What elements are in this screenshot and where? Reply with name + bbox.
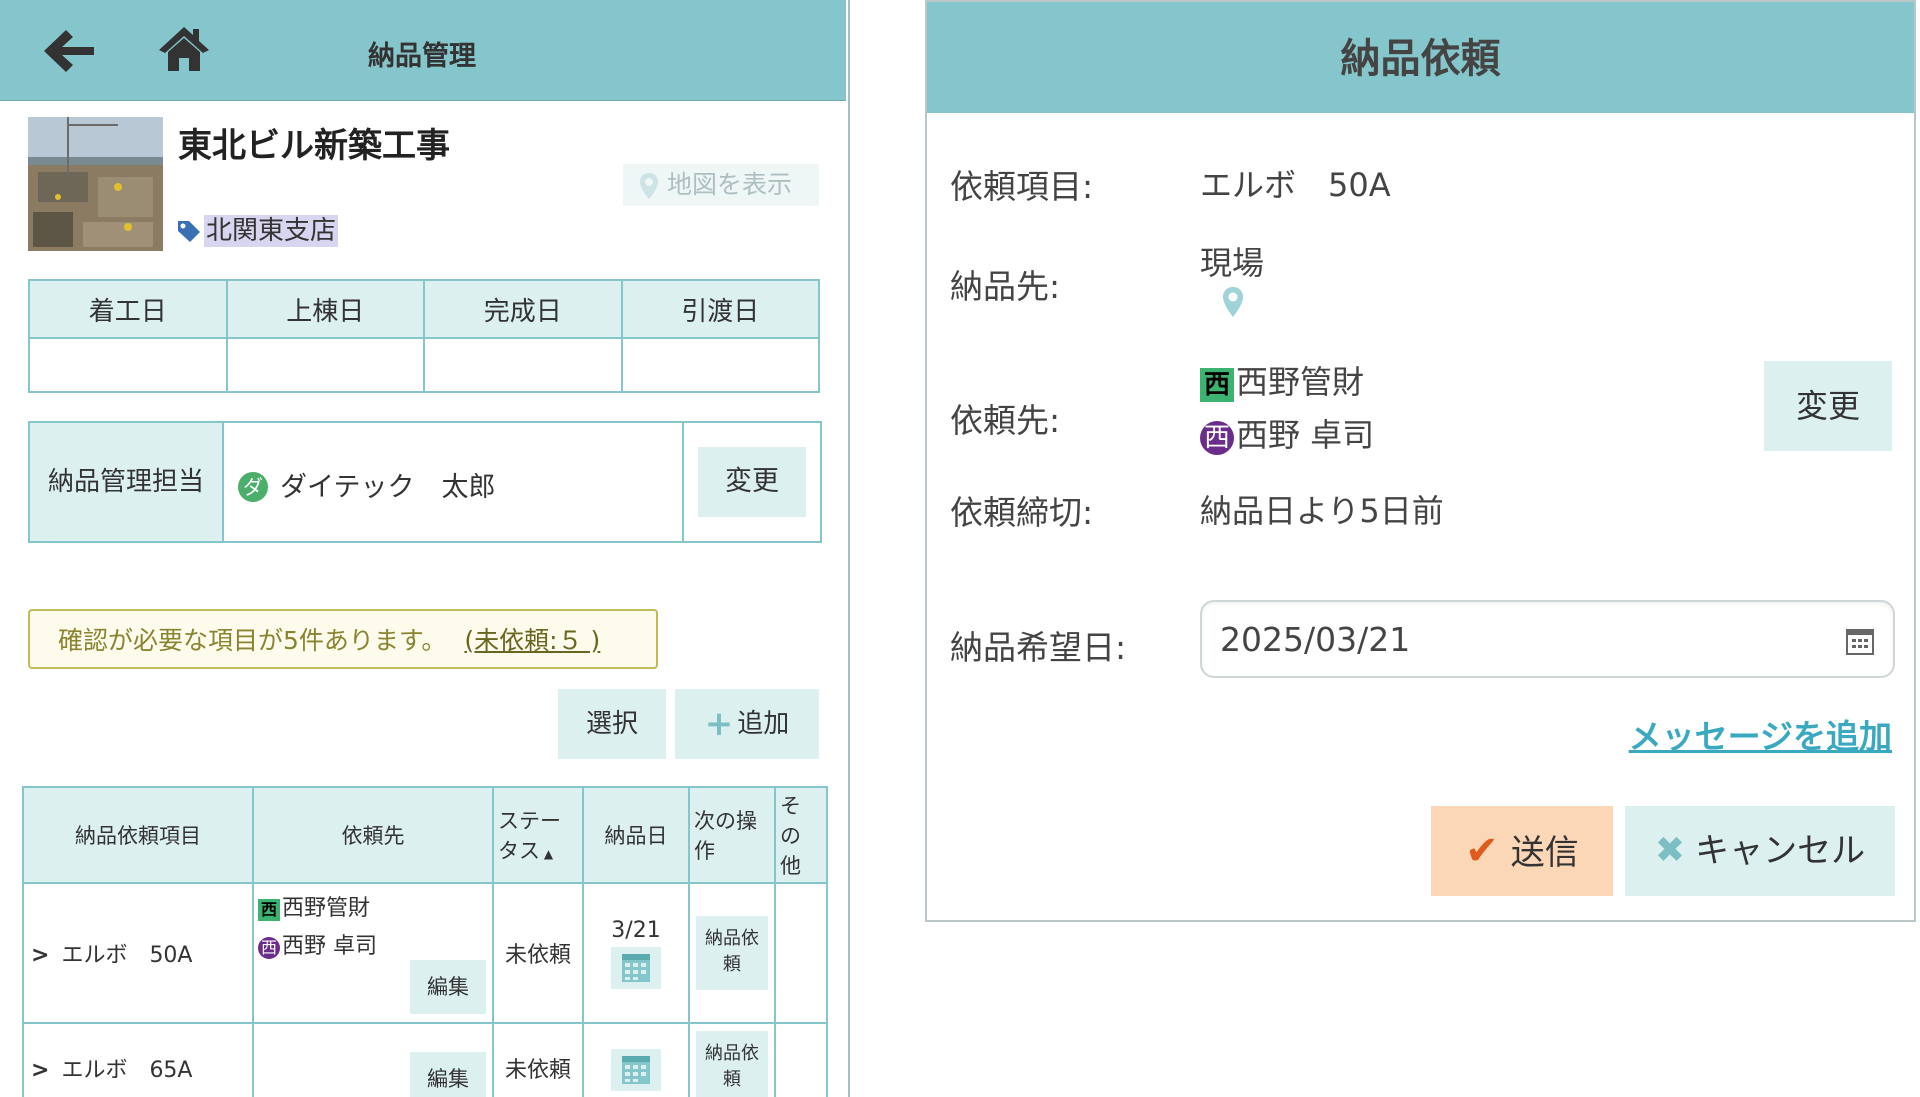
deadline-value: 納品日より5日前 (1200, 492, 1444, 530)
cancel-button[interactable]: ✖ キャンセル (1625, 806, 1895, 896)
unrequested-link[interactable]: (未依頼:５ ) (464, 626, 600, 655)
tag-icon (178, 221, 200, 242)
change-manager-button[interactable]: 変更 (698, 447, 806, 517)
user-initial-icon: ダ (238, 472, 268, 502)
desired-date-value: 2025/03/21 (1220, 620, 1411, 659)
show-map-label: 地図を表示 (667, 170, 793, 199)
project-photo (28, 117, 163, 251)
requestee-cell: 西西野管財 西西野 卓司 編集 (252, 882, 494, 1024)
deadline-label: 依頼締切: (950, 493, 1094, 532)
delivery-items-table: 納品依頼項目 依頼先 ステー タス ▲ 納品日 次の操 作 そ の 他 > エルボ… (22, 786, 828, 1097)
request-delivery-button[interactable]: 納品依 頼 (696, 916, 768, 990)
confirmation-notice: 確認が必要な項目が5件あります。 (未依頼:５ ) (28, 609, 658, 669)
col-header-next-action: 次の操 作 (688, 786, 776, 884)
requestee-label: 依頼先: (950, 401, 1061, 440)
back-arrow-icon[interactable] (40, 26, 98, 76)
next-action-cell: 納品依 頼 (688, 1022, 776, 1097)
manager-label: 納品管理担当 (30, 423, 224, 541)
map-pin-icon[interactable] (1222, 286, 1244, 318)
person-tag-icon: 西 (1200, 421, 1234, 455)
home-icon[interactable] (158, 24, 210, 74)
delivery-request-dialog: 納品依頼 依頼項目: エルボ 50A 納品先: 現場 依頼先: 西西野管財 西西… (925, 0, 1916, 922)
next-action-cell: 納品依 頼 (688, 882, 776, 1024)
desired-date-input[interactable]: 2025/03/21 (1200, 600, 1895, 678)
add-message-link[interactable]: メッセージを追加 (1629, 710, 1892, 758)
app-header: 納品管理 (0, 0, 846, 101)
dialog-header: 納品依頼 (927, 2, 1914, 113)
page-title: 納品管理 (368, 41, 476, 72)
project-name: 東北ビル新築工事 (178, 126, 450, 166)
completion-date-value (423, 337, 623, 393)
close-icon: ✖ (1654, 830, 1686, 871)
item-cell[interactable]: > エルボ 50A (22, 882, 254, 1024)
table-row: > エルボ 65A 編集 未依頼 納品依 頼 (22, 1022, 828, 1097)
cancel-label: キャンセル (1695, 831, 1866, 871)
status-badge: 未依頼 (492, 1022, 584, 1097)
map-pin-icon (640, 173, 658, 199)
destination-label: 納品先: (950, 267, 1061, 306)
change-requestee-button[interactable]: 変更 (1764, 361, 1892, 451)
show-map-button[interactable]: 地図を表示 (623, 164, 819, 206)
edit-button[interactable]: 編集 (410, 1052, 486, 1097)
send-label: 送信 (1510, 833, 1579, 873)
framing-date-value (225, 337, 425, 393)
requestee-person: 西西野 卓司 (1200, 410, 1374, 456)
request-item-value: エルボ 50A (1200, 166, 1391, 204)
table-row: > エルボ 50A 西西野管財 西西野 卓司 編集 未依頼 3/21 納品依 頼 (22, 882, 828, 1024)
desired-date-label: 納品希望日: (950, 628, 1127, 667)
other-cell (774, 882, 828, 1024)
add-button[interactable]: + 追加 (675, 689, 819, 759)
manager-name: ダイテック 太郎 (280, 472, 496, 503)
sort-asc-icon: ▲ (540, 847, 554, 861)
notice-text: 確認が必要な項目が5件あります。 (58, 626, 447, 655)
col-header-item: 納品依頼項目 (22, 786, 254, 884)
corp-tag-icon: 西 (258, 899, 280, 921)
request-item-label: 依頼項目: (950, 167, 1094, 206)
requestee-person: 西西野 卓司 (258, 928, 488, 960)
add-label: 追加 (737, 709, 790, 739)
delivery-manager-box: 納品管理担当 ダダイテック 太郎 変更 (28, 421, 822, 543)
schedule-dates-table: 着工日 上棟日 完成日 引渡日 (28, 279, 820, 393)
send-button[interactable]: ✔ 送信 (1431, 806, 1613, 896)
calendar-icon[interactable] (1845, 626, 1875, 656)
status-badge: 未依頼 (492, 882, 584, 1024)
header-start-date: 着工日 (28, 279, 228, 339)
divider (682, 423, 684, 541)
delivery-date: 3/21 (611, 917, 661, 943)
start-date-value (28, 337, 228, 393)
col-header-delivery-date: 納品日 (582, 786, 690, 884)
requestee-corp: 西西野管財 (258, 890, 488, 922)
header-framing-date: 上棟日 (225, 279, 425, 339)
delivery-date-cell (582, 1022, 690, 1097)
item-name: エルボ 65A (61, 1058, 193, 1083)
manager-person: ダダイテック 太郎 (238, 465, 495, 504)
person-tag-icon: 西 (258, 937, 280, 959)
delivery-management-screen: 納品管理 東北ビル新築工事 地図を表示 北関東支店 着工日 上棟日 完成日 引渡… (0, 0, 850, 1097)
destination-value: 現場 (1200, 244, 1265, 282)
calendar-icon[interactable] (611, 946, 661, 989)
corp-tag-icon: 西 (1200, 368, 1234, 402)
branch-name: 北関東支店 (204, 215, 339, 247)
item-name: エルボ 50A (61, 943, 193, 968)
calendar-icon[interactable] (611, 1049, 661, 1091)
header-handover-date: 引渡日 (620, 279, 820, 339)
header-completion-date: 完成日 (423, 279, 623, 339)
requestee-corp: 西西野管財 (1200, 357, 1364, 403)
select-button[interactable]: 選択 (558, 689, 666, 759)
col-header-status[interactable]: ステー タス ▲ (492, 786, 584, 884)
delivery-date-cell: 3/21 (582, 882, 690, 1024)
plus-icon: + (704, 704, 734, 744)
handover-date-value (620, 337, 820, 393)
item-cell[interactable]: > エルボ 65A (22, 1022, 254, 1097)
col-header-other: そ の 他 (774, 786, 828, 884)
chevron-right-icon: > (31, 1058, 50, 1083)
check-icon: ✔ (1465, 828, 1499, 874)
chevron-right-icon: > (31, 943, 50, 968)
other-cell (774, 1022, 828, 1097)
col-header-requestee: 依頼先 (252, 786, 494, 884)
requestee-cell: 編集 (252, 1022, 494, 1097)
dialog-title: 納品依頼 (1340, 36, 1501, 82)
edit-button[interactable]: 編集 (410, 960, 486, 1014)
request-delivery-button[interactable]: 納品依 頼 (696, 1031, 768, 1097)
